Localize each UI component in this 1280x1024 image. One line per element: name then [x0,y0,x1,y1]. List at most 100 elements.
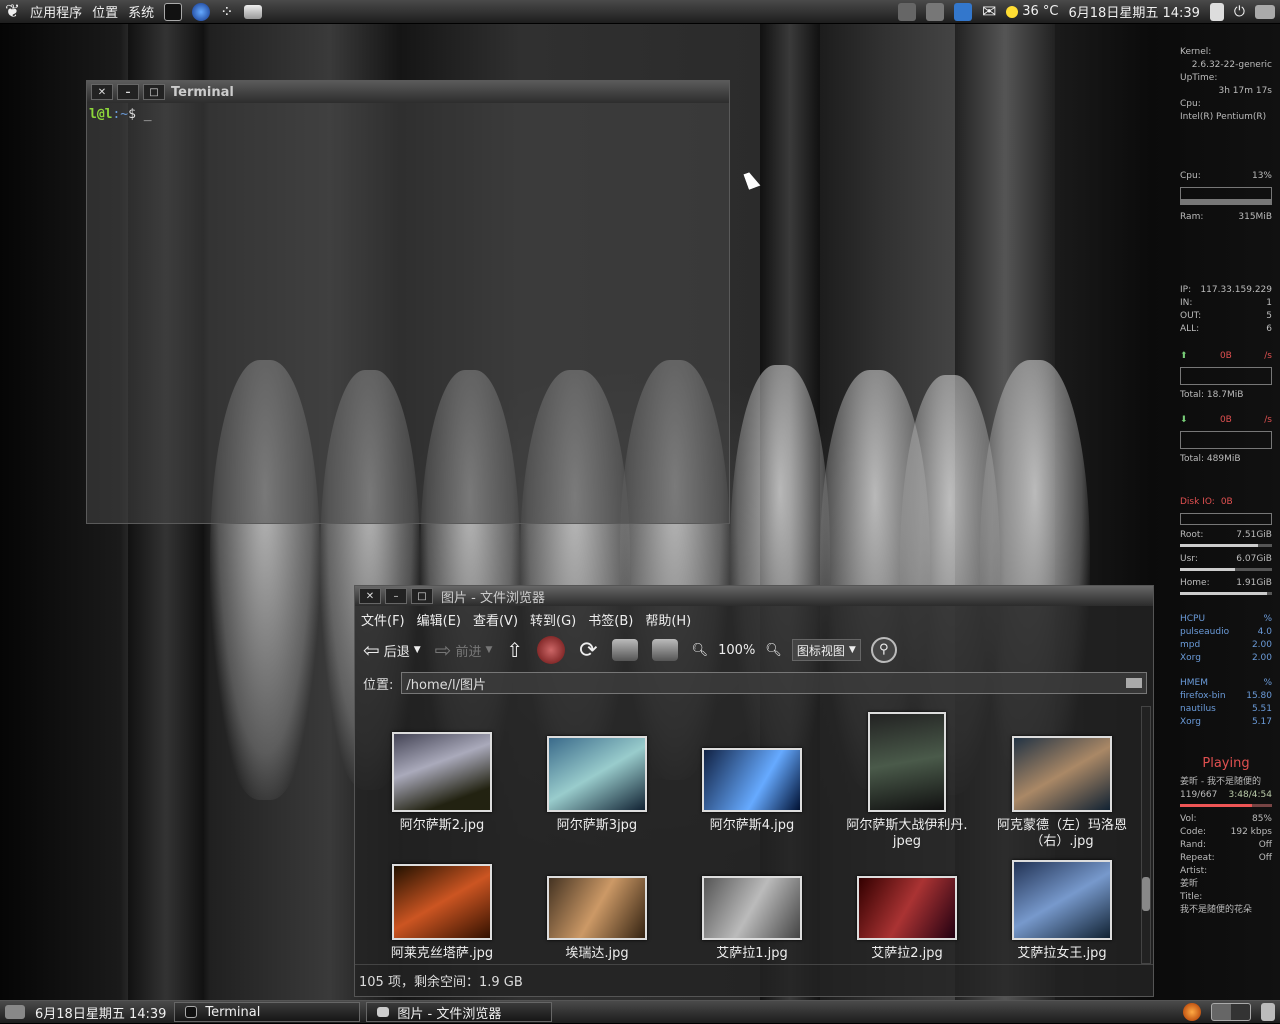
icon-view[interactable]: 阿尔萨斯2.jpg 阿尔萨斯3jpg 阿尔萨斯4.jpg 阿尔萨斯大战伊利丹. … [359,706,1145,966]
file-name: 阿尔萨斯3jpg [556,818,638,833]
menu-bookmarks[interactable]: 书签(B) [588,610,633,629]
home-bar [1180,592,1272,595]
cpu-model: Intel(R) Pentium(R) [1180,112,1267,122]
file-browser-titlebar[interactable]: ✕ – □ 图片 - 文件浏览器 [355,586,1153,606]
computer-button[interactable] [648,635,682,665]
bottom-clock[interactable]: 6月18日星期五 14:39 [30,1000,171,1024]
location-input[interactable]: /home/l/图片 [401,672,1147,694]
vertical-scrollbar[interactable] [1141,706,1151,964]
minimize-icon[interactable]: – [117,84,139,100]
file-item[interactable]: 艾萨拉1.jpg [677,876,827,962]
menu-help[interactable]: 帮助(H) [645,610,691,629]
show-desktop-button[interactable] [0,1000,30,1024]
file-name: 阿尔萨斯大战伊利丹. jpeg [846,818,968,849]
update-tray-icon[interactable] [949,0,977,24]
pidgin-launcher-icon[interactable]: ⁘ [215,0,238,24]
maximize-icon[interactable]: □ [143,84,165,100]
toolbar: ⇦ 后退 ▼ ⇨ 前进 ▼ ⇧ ⟳ 🔍︎ 100% 🔍︎ 图标视图 ▼ ⚲ [355,632,1153,668]
image-thumbnail [868,712,946,812]
terminal-content[interactable]: l@l:~$ _ [87,103,729,126]
track-time: 3:48/4:54 [1228,790,1272,800]
menu-places[interactable]: 位置 [87,0,123,24]
firefox-launcher-icon[interactable] [187,0,215,24]
location-label: 位置: [363,677,394,693]
task-terminal[interactable]: Terminal [174,1002,361,1022]
network-tray-icon[interactable] [893,0,921,24]
file-item[interactable]: 阿尔萨斯2.jpg [367,732,517,834]
disk-io-value: 0B [1220,497,1233,507]
app-launcher-icon[interactable] [239,0,267,24]
chevron-down-icon[interactable]: ▼ [414,645,421,655]
terminal-title: Terminal [171,84,234,100]
ram-value: 315MiB [1238,212,1272,222]
file-item[interactable]: 艾萨拉女王.jpg [987,860,1137,962]
back-label: 后退 [383,644,410,660]
terminal-window[interactable]: ✕ – □ Terminal l@l:~$ _ [86,80,730,524]
reload-button[interactable]: ⟳ [575,635,601,665]
menu-view[interactable]: 查看(V) [473,610,518,629]
cpu-label: Cpu: [1180,99,1201,109]
scrollbar-thumb[interactable] [1142,877,1150,911]
workspace-switcher[interactable] [1206,1000,1256,1024]
firefox-tray-icon[interactable] [1178,1000,1206,1024]
download-rate: 0B [1219,415,1232,425]
view-mode-select[interactable]: 图标视图 ▼ [791,639,861,661]
task-file-browser[interactable]: 图片 - 文件浏览器 [366,1002,553,1022]
close-icon[interactable]: ✕ [359,588,381,604]
file-item[interactable]: 阿尔萨斯4.jpg [677,748,827,834]
chevron-down-icon[interactable]: ▼ [485,645,492,655]
maximize-icon[interactable]: □ [411,588,433,604]
forward-button[interactable]: ⇨ 前进 ▼ [431,635,497,665]
cpu-usage: 13% [1251,171,1272,181]
show-desktop-icon[interactable] [1250,0,1280,24]
top-clock[interactable]: 6月18日星期五 14:39 [1064,0,1205,24]
terminal-launcher-icon[interactable] [159,0,187,24]
file-item[interactable]: 艾萨拉2.jpg [832,876,982,962]
zoom-out-icon: 🔍︎ [691,642,709,658]
forward-arrow-icon: ⇨ [434,638,452,662]
image-thumbnail [857,876,957,940]
trash-icon[interactable] [1256,1000,1280,1024]
keyboard-icon[interactable] [1126,678,1142,688]
menu-edit[interactable]: 编辑(E) [417,610,461,629]
file-browser-window[interactable]: ✕ – □ 图片 - 文件浏览器 文件(F) 编辑(E) 查看(V) 转到(G)… [354,585,1154,997]
location-path: /home/l/图片 [406,677,486,693]
upload-total: Total: 18.7MiB [1180,390,1244,400]
menu-file[interactable]: 文件(F) [361,610,405,629]
minimize-icon[interactable]: – [385,588,407,604]
close-icon[interactable]: ✕ [91,84,113,100]
vol-value: 85% [1251,814,1272,824]
zoom-out-button[interactable]: 🔍︎ [688,635,713,665]
menu-system[interactable]: 系统 [123,0,159,24]
image-thumbnail [1012,860,1112,940]
file-item[interactable]: 阿尔萨斯大战伊利丹. jpeg [832,712,982,850]
back-button[interactable]: ⇦ 后退 ▼ [359,635,425,665]
file-item[interactable]: 阿克蒙德（左）玛洛恩 （右）.jpg [987,736,1137,850]
vol-label: Vol: [1180,814,1197,824]
gnome-foot-icon[interactable]: ❦ [0,0,25,24]
zoom-in-button[interactable]: 🔍︎ [761,635,786,665]
status-bar: 105 项，剩余空间：1.9 GB [355,964,1153,996]
mail-icon[interactable]: ✉ [977,0,1001,24]
trash-tray-icon[interactable] [1205,0,1229,24]
hmem-percent: % [1263,678,1272,688]
download-rate-unit: /s [1264,415,1272,425]
terminal-titlebar[interactable]: ✕ – □ Terminal [87,81,729,103]
file-item[interactable]: 阿尔萨斯3jpg [522,736,672,834]
hmem-value: 5.17 [1251,717,1272,727]
usr-bar-fill [1180,568,1236,571]
uptime-value: 3h 17m 17s [1218,86,1272,96]
menu-go[interactable]: 转到(G) [530,610,576,629]
home-button[interactable] [608,635,642,665]
search-button[interactable]: ⚲ [867,635,901,665]
file-item[interactable]: 阿莱克丝塔萨.jpg [367,864,517,962]
file-item[interactable]: 埃瑞达.jpg [522,876,672,962]
out-value: 5 [1266,311,1272,321]
shutdown-icon[interactable]: ⏻ [1229,0,1250,24]
menu-applications[interactable]: 应用程序 [25,0,87,24]
stop-button[interactable] [533,635,569,665]
prompt-symbol: $ [128,107,136,122]
weather-applet[interactable]: 36 °C [1001,0,1063,24]
wifi-tray-icon[interactable] [921,0,949,24]
up-button[interactable]: ⇧ [502,635,527,665]
